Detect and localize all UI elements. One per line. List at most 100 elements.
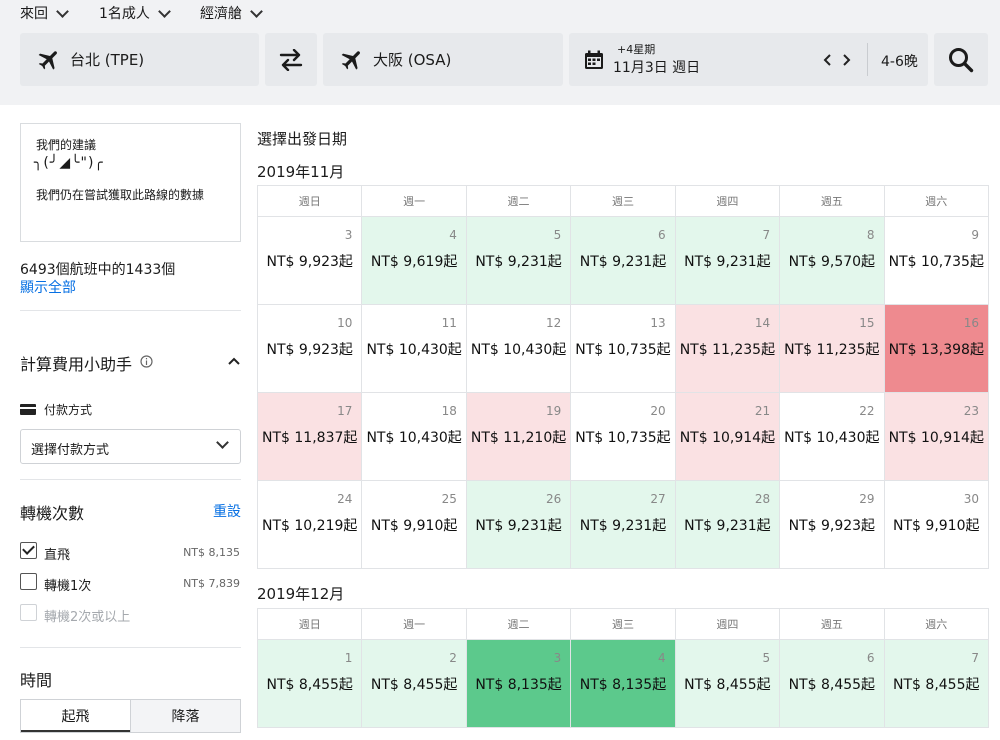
stop-option-one[interactable]: 轉機1次: [44, 575, 91, 594]
calendar-day-cell[interactable]: 21 NT$ 10,914起: [674, 392, 781, 481]
calendar-day-cell[interactable]: 6 NT$ 9,231起: [570, 216, 676, 305]
origin-label: 台北 (TPE): [70, 51, 145, 69]
weekday-header: 週日: [256, 185, 363, 217]
weekday-header: 週一: [361, 185, 467, 217]
weekday-header: 週二: [465, 185, 572, 217]
calendar-day-cell[interactable]: 14 NT$ 11,235起: [674, 304, 781, 393]
suggestion-title: 我們的建議: [36, 138, 97, 152]
payment-select-value: 選擇付款方式: [31, 443, 110, 458]
calendar-day-cell[interactable]: 25 NT$ 9,910起: [361, 480, 467, 569]
calendar-week-row: 3 NT$ 9,923起 4 NT$ 9,619起 5 NT$ 9,231起 6 NT$ 9,…: [256, 216, 990, 305]
calendar-day-cell[interactable]: 19 NT$ 11,210起: [465, 392, 572, 481]
reset-link[interactable]: 重設: [213, 501, 241, 521]
month-title-nov: 2019年11月: [257, 163, 345, 181]
checkbox-icon[interactable]: [20, 542, 37, 559]
weekday-header: 週四: [674, 185, 781, 217]
stop-option-direct[interactable]: 直飛: [44, 544, 70, 563]
calendar-day-cell[interactable]: 17 NT$ 11,837起: [256, 392, 363, 481]
destination-field[interactable]: 大阪 (OSA): [323, 33, 563, 86]
day-price: NT$ 9,910起: [370, 518, 458, 534]
weekday-header: 週六: [883, 608, 990, 640]
calendar-day-cell[interactable]: 15 NT$ 11,235起: [779, 304, 885, 393]
cabin-select[interactable]: 經濟艙: [200, 3, 263, 23]
day-price: NT$ 8,455起: [893, 677, 980, 693]
chevron-left-icon[interactable]: [823, 54, 832, 66]
calendar-day-cell[interactable]: 12 NT$ 10,430起: [465, 304, 572, 393]
date-field[interactable]: +4星期 11月3日 週日 4-6晚: [569, 33, 928, 86]
day-number: 23: [963, 404, 979, 418]
swap-button[interactable]: [265, 33, 317, 86]
weekday-header: 週一: [361, 608, 467, 640]
day-number: 12: [545, 316, 562, 330]
show-all-link[interactable]: 顯示全部: [20, 277, 76, 297]
calendar-day-cell[interactable]: 18 NT$ 10,430起: [361, 392, 467, 481]
calendar-day-cell[interactable]: 7 NT$ 8,455起: [883, 639, 990, 728]
calendar-day-cell[interactable]: 3 NT$ 9,923起: [256, 216, 363, 305]
calendar-day-cell[interactable]: 22 NT$ 10,430起: [779, 392, 885, 481]
calendar-day-cell[interactable]: 11 NT$ 10,430起: [361, 304, 467, 393]
calendar-day-cell[interactable]: 6 NT$ 8,455起: [779, 639, 885, 728]
day-number: 11: [441, 316, 457, 330]
calendar-day-cell[interactable]: 4 NT$ 9,619起: [361, 216, 467, 305]
chevron-right-icon[interactable]: [842, 54, 851, 66]
flight-count: 6493個航班中的1433個: [20, 262, 176, 278]
passengers-select[interactable]: 1名成人: [99, 3, 171, 23]
checkbox-icon[interactable]: [20, 573, 37, 590]
day-price: NT$ 11,235起: [679, 342, 776, 358]
calendar-day-cell[interactable]: 8 NT$ 9,570起: [779, 216, 885, 305]
time-title: 時間: [20, 671, 53, 690]
date-label: 11月3日 週日: [613, 59, 701, 76]
day-price: NT$ 11,210起: [470, 430, 567, 446]
search-button[interactable]: [934, 33, 988, 86]
day-number: 5: [762, 651, 771, 665]
day-number: 22: [859, 404, 875, 418]
calendar-icon: [585, 50, 603, 69]
day-number: 8: [866, 228, 875, 242]
tab-departure[interactable]: 起飛: [21, 700, 131, 732]
day-price: NT$ 10,735起: [888, 254, 984, 270]
calendar-day-cell[interactable]: 16 NT$ 13,398起: [883, 304, 990, 393]
calendar-day-cell[interactable]: 1 NT$ 8,455起: [256, 639, 363, 728]
calendar-day-cell[interactable]: 5 NT$ 9,231起: [465, 216, 572, 305]
origin-field[interactable]: 台北 (TPE): [20, 33, 259, 86]
day-number: 30: [963, 492, 979, 506]
trip-type-select[interactable]: 來回: [20, 3, 69, 23]
day-number: 9: [971, 228, 979, 242]
calendar-day-cell[interactable]: 10 NT$ 9,923起: [256, 304, 363, 393]
calendar-day-cell[interactable]: 29 NT$ 9,923起: [779, 480, 885, 569]
chevron-up-icon[interactable]: [228, 357, 240, 365]
calendar-day-cell[interactable]: 3 NT$ 8,135起: [465, 639, 572, 728]
chevron-down-icon: [216, 436, 229, 449]
calendar-day-cell[interactable]: 20 NT$ 10,735起: [570, 392, 676, 481]
day-number: 7: [971, 651, 979, 665]
day-number: 5: [553, 228, 562, 242]
calendar-day-cell[interactable]: 26 NT$ 9,231起: [465, 480, 572, 569]
day-number: 25: [441, 492, 457, 506]
calendar-day-cell[interactable]: 7 NT$ 9,231起: [674, 216, 781, 305]
stop-price-one: NT$ 7,839: [183, 577, 240, 590]
day-price: NT$ 10,219起: [262, 518, 358, 534]
trip-type-label: 來回: [20, 6, 48, 22]
calendar-day-cell[interactable]: 24 NT$ 10,219起: [256, 480, 363, 569]
calendar-day-cell[interactable]: 9 NT$ 10,735起: [883, 216, 990, 305]
calendar-week-row: 17 NT$ 11,837起 18 NT$ 10,430起 19 NT$ 11,210起 2…: [256, 392, 990, 481]
day-price: NT$ 10,430起: [470, 342, 567, 358]
calendar-day-cell[interactable]: 28 NT$ 9,231起: [674, 480, 781, 569]
calendar-day-cell[interactable]: 4 NT$ 8,135起: [570, 639, 676, 728]
calendar-day-cell[interactable]: 13 NT$ 10,735起: [570, 304, 676, 393]
nights-select[interactable]: 4-6晚: [881, 51, 918, 71]
time-tabs: 起飛 降落: [20, 699, 241, 733]
payment-select[interactable]: 選擇付款方式: [20, 429, 241, 464]
tab-arrival[interactable]: 降落: [131, 700, 240, 732]
calendar-day-cell[interactable]: 27 NT$ 9,231起: [570, 480, 676, 569]
calendar-day-cell[interactable]: 30 NT$ 9,910起: [883, 480, 990, 569]
day-price: NT$ 9,923起: [788, 518, 876, 534]
day-number: 3: [344, 228, 353, 242]
calendar-day-cell[interactable]: 2 NT$ 8,455起: [361, 639, 467, 728]
divider: [20, 647, 241, 648]
calendar-day-cell[interactable]: 23 NT$ 10,914起: [883, 392, 990, 481]
calendar-day-cell[interactable]: 5 NT$ 8,455起: [674, 639, 781, 728]
day-price: NT$ 8,455起: [684, 677, 771, 693]
info-icon[interactable]: [140, 355, 153, 368]
weekday-header: 週五: [779, 185, 885, 217]
